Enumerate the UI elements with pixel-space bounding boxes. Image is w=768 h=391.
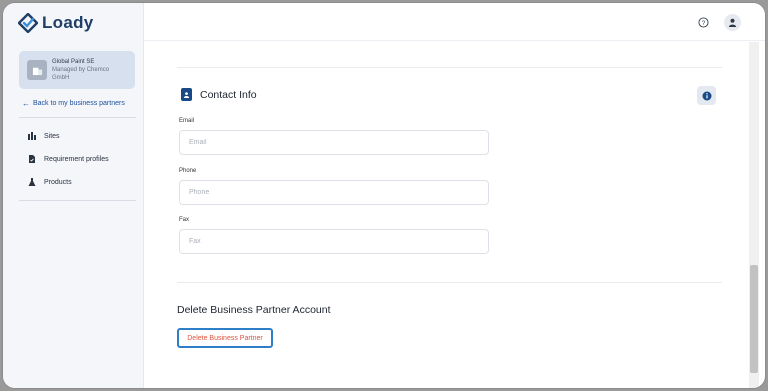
email-label: Email <box>179 118 195 124</box>
brand-name: Loady <box>42 13 94 32</box>
help-icon[interactable]: ? <box>698 17 709 28</box>
svg-text:?: ? <box>702 20 706 27</box>
back-link-label: Back to my business partners <box>33 100 125 107</box>
partner-card[interactable]: Global Paint SE Managed by Chemco GmbH <box>19 51 135 89</box>
section-divider <box>177 282 722 283</box>
sites-icon <box>28 132 36 140</box>
main-content: Contact Info Email Phone Fax Delete Busi… <box>144 42 753 388</box>
partner-managed-by: Managed by Chemco GmbH <box>52 67 110 81</box>
phone-field[interactable] <box>179 180 489 205</box>
requirement-profile-icon <box>29 155 35 163</box>
partner-name: Global Paint SE <box>52 59 95 65</box>
user-menu-button[interactable] <box>724 14 741 31</box>
logo[interactable]: Loady <box>18 12 94 34</box>
sidebar-item-label: Requirement profiles <box>44 155 109 163</box>
sidebar-item-sites[interactable]: Sites <box>28 132 60 140</box>
user-icon <box>728 18 737 27</box>
info-icon <box>702 91 711 100</box>
sidebar-item-label: Products <box>44 178 72 186</box>
building-icon <box>27 60 47 80</box>
delete-business-partner-button[interactable]: Delete Business Partner <box>177 328 273 348</box>
contact-info-header: Contact Info <box>181 88 257 101</box>
sidebar-item-products[interactable]: Products <box>28 178 72 186</box>
section-divider <box>177 67 722 68</box>
fax-label: Fax <box>179 217 190 223</box>
delete-section-title: Delete Business Partner Account <box>177 304 331 316</box>
contact-info-title: Contact Info <box>200 88 257 101</box>
app-window: Loady Global Paint SE Managed by Chemco … <box>3 3 765 388</box>
partner-info: Global Paint SE Managed by Chemco GmbH <box>52 58 116 82</box>
sidebar-item-label: Sites <box>44 132 60 140</box>
sidebar: Loady Global Paint SE Managed by Chemco … <box>3 3 144 388</box>
sidebar-divider <box>19 200 136 201</box>
scrollbar-thumb[interactable] <box>750 265 758 373</box>
arrow-left-icon: ← <box>22 99 30 108</box>
email-field[interactable] <box>179 130 489 155</box>
loady-logo-icon <box>18 13 38 33</box>
fax-field[interactable] <box>179 229 489 254</box>
contact-card-icon <box>181 88 192 101</box>
sidebar-divider <box>19 117 136 118</box>
back-to-partners-link[interactable]: ← Back to my business partners <box>22 99 125 108</box>
top-bar: ? <box>144 3 765 41</box>
sidebar-item-requirement-profiles[interactable]: Requirement profiles <box>28 155 109 163</box>
phone-label: Phone <box>179 168 197 174</box>
products-icon <box>28 178 36 186</box>
info-button[interactable] <box>697 86 716 105</box>
